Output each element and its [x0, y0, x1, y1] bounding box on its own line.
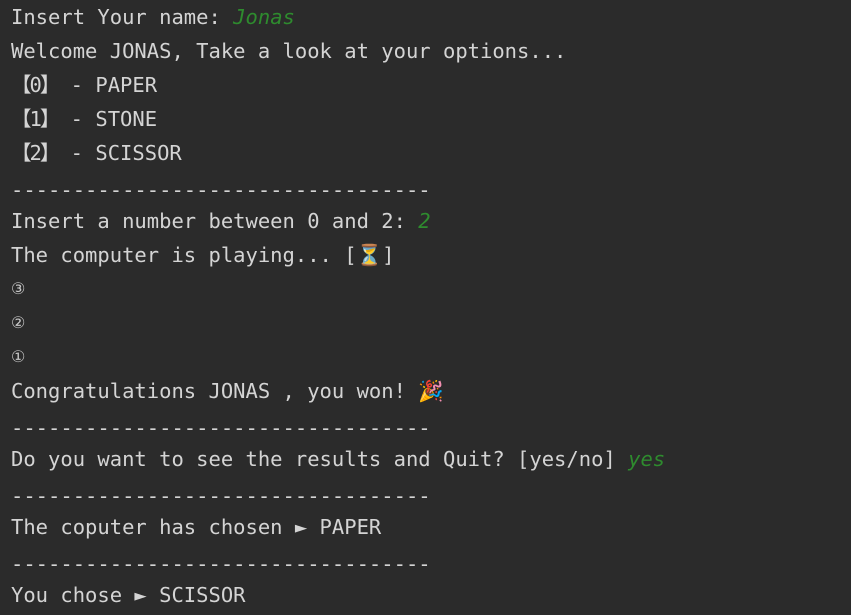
number-prompt-line: Insert a number between 0 and 2: 2 [11, 204, 841, 238]
quit-input[interactable]: yes [628, 442, 665, 476]
quit-prompt: Do you want to see the results and Quit?… [11, 447, 629, 471]
name-prompt: Insert Your name: [11, 5, 234, 29]
computer-choice-line: The coputer has chosen ► PAPER [11, 515, 382, 539]
option-key: 【1】 [11, 107, 60, 131]
countdown-2: ② [11, 306, 841, 340]
separator: ---------------------------------- [11, 484, 431, 508]
console-output: Insert Your name: Jonas Welcome JONAS, T… [11, 0, 841, 612]
number-input[interactable]: 2 [418, 204, 430, 238]
separator: ---------------------------------- [11, 552, 431, 576]
countdown-number: ① [11, 347, 26, 366]
name-prompt-line: Insert Your name: Jonas [11, 0, 841, 34]
option-paper: 【0】 - PAPER [11, 68, 841, 102]
welcome-line: Welcome JONAS, Take a look at your optio… [11, 39, 567, 63]
result-line: Congratulations JONAS , you won! 🎉 [11, 379, 444, 403]
countdown-number: ③ [11, 279, 26, 298]
countdown-3: ③ [11, 272, 841, 306]
option-stone: 【1】 - STONE [11, 102, 841, 136]
option-label: - STONE [58, 107, 158, 131]
player-choice-line: You chose ► SCISSOR [11, 583, 246, 607]
option-label: - SCISSOR [58, 141, 182, 165]
countdown-1: ① [11, 340, 841, 374]
separator: ---------------------------------- [11, 416, 431, 440]
console-window: { "console": { "name_prompt": "Insert Yo… [0, 0, 851, 615]
number-prompt: Insert a number between 0 and 2: [11, 209, 419, 233]
option-key: 【2】 [11, 141, 60, 165]
option-key: 【0】 [11, 73, 60, 97]
computer-playing-line: The computer is playing... [⏳] [11, 243, 395, 267]
quit-prompt-line: Do you want to see the results and Quit?… [11, 442, 841, 476]
option-scissor: 【2】 - SCISSOR [11, 136, 841, 170]
countdown-number: ② [11, 313, 26, 332]
option-label: - PAPER [58, 73, 158, 97]
name-input[interactable]: Jonas [233, 0, 295, 34]
separator: ---------------------------------- [11, 178, 431, 202]
